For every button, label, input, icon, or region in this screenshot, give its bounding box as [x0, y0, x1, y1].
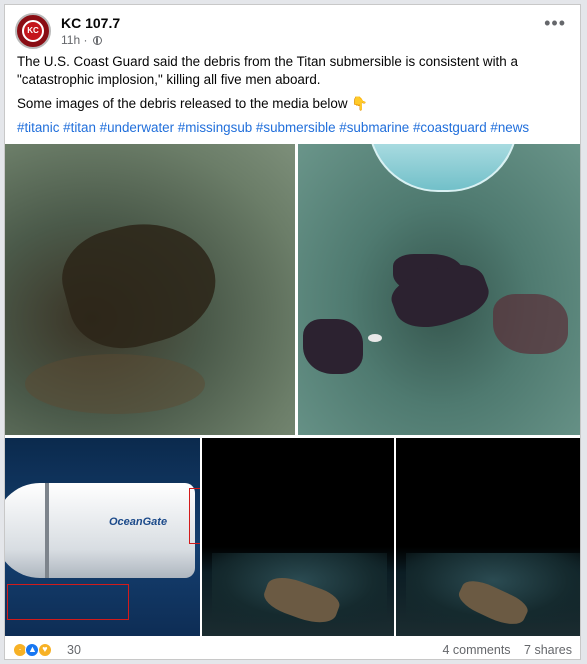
seabed-shape [25, 354, 205, 414]
media-grid: OceanGate [5, 144, 580, 636]
reactions[interactable]: · ▲ ♥ [13, 642, 52, 658]
submersible-shape [5, 483, 195, 578]
debris-shape [52, 206, 228, 362]
debris-piece [303, 319, 363, 374]
care-reaction-icon: ♥ [37, 642, 52, 657]
avatar[interactable]: KC [15, 13, 51, 49]
post-text: The U.S. Coast Guard said the debris fro… [17, 53, 572, 143]
submersible-ring [45, 483, 49, 578]
submersible-logo: OceanGate [109, 516, 168, 528]
post-header: KC KC 107.7 11h · ••• [15, 11, 572, 51]
globe-icon [92, 36, 102, 45]
comments-link[interactable]: 4 comments [442, 643, 510, 657]
wreck-photo-2[interactable] [396, 438, 580, 636]
page-name[interactable]: KC 107.7 [61, 15, 120, 31]
post-meta: 11h · [61, 33, 102, 47]
crab-shape [368, 334, 382, 342]
shares-link[interactable]: 7 shares [524, 643, 572, 657]
debris-photo-2[interactable] [298, 144, 580, 435]
post-body-paragraph: Some images of the debris released to th… [17, 96, 368, 111]
avatar-logo: KC [22, 20, 44, 42]
post-card: KC KC 107.7 11h · ••• The U.S. Coast Gua… [4, 4, 581, 660]
wreck-photo-1[interactable] [202, 438, 394, 636]
submersible-photo[interactable]: OceanGate [5, 438, 200, 636]
more-options-button[interactable]: ••• [544, 14, 566, 32]
separator-dot: · [83, 33, 91, 47]
post-time[interactable]: 11h [61, 33, 80, 47]
post-stats: 4 comments 7 shares [432, 643, 572, 657]
debris-photo-1[interactable] [5, 144, 295, 435]
hashtags[interactable]: #titanic #titan #underwater #missingsub … [17, 119, 572, 137]
highlight-box [7, 584, 129, 620]
debris-piece [493, 294, 568, 354]
highlight-box [189, 488, 200, 544]
reaction-count[interactable]: 30 [67, 643, 81, 657]
post-body-paragraph: The U.S. Coast Guard said the debris fro… [17, 54, 518, 87]
post-footer: · ▲ ♥ 30 4 comments 7 shares [13, 639, 572, 659]
debris-hemisphere [368, 144, 518, 192]
